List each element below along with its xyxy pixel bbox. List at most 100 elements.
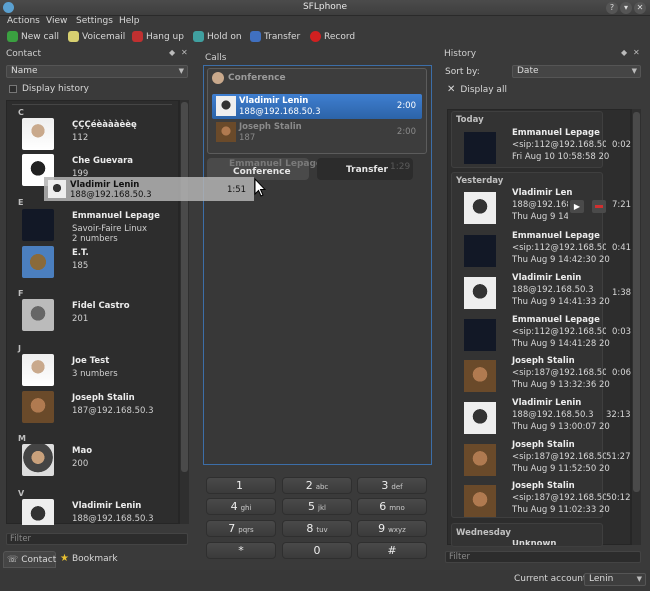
avatar bbox=[22, 391, 54, 423]
contact-panel-title: Contact bbox=[6, 49, 42, 59]
menu-actions[interactable]: Actions bbox=[7, 16, 40, 26]
mouse-cursor-icon bbox=[254, 178, 266, 197]
history-item[interactable]: Joseph Stalin <sip:187@192.168.50.3> Thu… bbox=[464, 440, 634, 480]
toolbar: New call Voicemail Hang up Hold on Trans… bbox=[0, 29, 650, 47]
star-icon: ★ bbox=[60, 553, 69, 564]
contact-scrollbar[interactable] bbox=[179, 100, 189, 524]
history-item[interactable]: Vladimir Lenin 188@192.168.50.3 Thu Aug … bbox=[464, 398, 634, 438]
transfer-icon bbox=[250, 31, 261, 42]
group-letter-e: E bbox=[18, 198, 24, 207]
scroll-thumb[interactable] bbox=[633, 112, 640, 492]
contact-sort-select[interactable]: Name ▼ bbox=[6, 65, 188, 78]
clear-icon: ✕ bbox=[447, 84, 456, 95]
conference-call-row[interactable]: Vladimir Lenin 188@192.168.50.3 2:00 bbox=[212, 94, 422, 119]
history-item[interactable]: Vladimir Lenin 188@192.168.50.3 Thu Aug … bbox=[464, 273, 634, 313]
hold-on-button[interactable]: Hold on bbox=[193, 31, 242, 42]
contact-item[interactable]: Mao 200 bbox=[22, 442, 177, 482]
key-4[interactable]: 4 ghi bbox=[206, 498, 276, 515]
key-7[interactable]: 7 pqrs bbox=[206, 520, 276, 537]
contact-item[interactable]: Fidel Castro 201 bbox=[22, 297, 177, 337]
contact-filter-input[interactable]: Filter bbox=[6, 533, 188, 545]
history-group-label: Wednesday bbox=[456, 528, 511, 538]
calls-panel-title: Calls bbox=[205, 53, 227, 63]
avatar bbox=[464, 319, 496, 351]
display-all-button[interactable]: ✕ Display all bbox=[447, 84, 507, 95]
contact-item[interactable]: Vladimir Lenin 188@192.168.50.3 bbox=[22, 497, 177, 525]
record-button[interactable]: Record bbox=[310, 31, 355, 42]
close-panel-icon[interactable]: ✕ bbox=[181, 48, 188, 57]
chevron-down-icon: ▼ bbox=[178, 67, 184, 75]
delete-button[interactable] bbox=[592, 200, 606, 213]
new-call-button[interactable]: New call bbox=[7, 31, 59, 42]
help-icon[interactable]: ? bbox=[606, 2, 618, 14]
avatar bbox=[22, 246, 54, 278]
group-divider bbox=[12, 104, 172, 105]
history-group-label: Today bbox=[456, 115, 484, 125]
close-icon[interactable]: ✕ bbox=[634, 2, 646, 14]
hang-up-icon bbox=[132, 31, 143, 42]
key-6[interactable]: 6 mno bbox=[357, 498, 427, 515]
phone-book-icon: ☏ bbox=[7, 554, 19, 565]
avatar bbox=[464, 132, 496, 164]
drag-ghost: Vladimir Lenin 188@192.168.50.3 1:51 bbox=[44, 177, 254, 201]
menu-help[interactable]: Help bbox=[119, 16, 140, 26]
contact-item[interactable]: Joe Test 3 numbers bbox=[22, 352, 177, 392]
history-sort-select[interactable]: Date ▼ bbox=[512, 65, 641, 78]
conference-call-row[interactable]: Joseph Stalin 187 2:00 bbox=[212, 120, 422, 145]
minimize-icon[interactable]: ▾ bbox=[620, 2, 632, 14]
play-icon: ▶ bbox=[573, 202, 581, 211]
key-9[interactable]: 9 wxyz bbox=[357, 520, 427, 537]
history-item[interactable]: Emmanuel Lepage <sip:112@192.168.50.3> T… bbox=[464, 231, 634, 271]
history-scrollbar[interactable] bbox=[631, 109, 641, 545]
history-item[interactable]: Vladimir Len 188@192.168 Thu Aug 9 14: 7… bbox=[464, 188, 634, 228]
title-bar: SFLphone ? ▾ ✕ bbox=[0, 0, 650, 16]
key-2[interactable]: 2 abc bbox=[282, 477, 352, 494]
tab-contact[interactable]: ☏ Contact bbox=[3, 551, 56, 568]
float-icon[interactable]: ◆ bbox=[621, 48, 627, 57]
display-history-checkbox[interactable]: Display history bbox=[9, 84, 89, 94]
avatar bbox=[22, 444, 54, 476]
avatar bbox=[464, 235, 496, 267]
key-8[interactable]: 8 tuv bbox=[282, 520, 352, 537]
avatar bbox=[48, 180, 66, 198]
key-star[interactable]: * bbox=[206, 542, 276, 559]
key-5[interactable]: 5 jkl bbox=[282, 498, 352, 515]
close-panel-icon[interactable]: ✕ bbox=[633, 48, 640, 57]
voicemail-button[interactable]: Voicemail bbox=[68, 31, 125, 42]
key-3[interactable]: 3 def bbox=[357, 477, 427, 494]
avatar bbox=[22, 499, 54, 525]
history-item[interactable]: Emmanuel Lepage <sip:112@192.168.50.3> T… bbox=[464, 315, 634, 355]
history-panel-title: History bbox=[444, 49, 477, 59]
float-icon[interactable]: ◆ bbox=[169, 48, 175, 57]
chevron-down-icon: ▼ bbox=[636, 575, 642, 583]
conference-drop-label: Conference bbox=[233, 167, 291, 177]
tab-bookmark[interactable]: ★ Bookmark bbox=[60, 553, 118, 564]
avatar bbox=[22, 118, 54, 150]
avatar bbox=[464, 277, 496, 309]
avatar bbox=[22, 354, 54, 386]
history-item[interactable]: Emmanuel Lepage <sip:112@192.168.50.3> F… bbox=[464, 128, 634, 168]
menu-settings[interactable]: Settings bbox=[76, 16, 113, 26]
contact-item[interactable]: E.T. 185 bbox=[22, 244, 177, 284]
key-hash[interactable]: # bbox=[357, 542, 427, 559]
sort-by-label: Sort by: bbox=[445, 67, 480, 77]
minus-icon bbox=[595, 205, 603, 208]
conference-header: Conference bbox=[212, 72, 286, 84]
hang-up-button[interactable]: Hang up bbox=[132, 31, 184, 42]
history-filter-input[interactable]: Filter bbox=[445, 551, 641, 563]
menu-view[interactable]: View bbox=[46, 16, 67, 26]
avatar bbox=[464, 444, 496, 476]
key-0[interactable]: 0 bbox=[282, 542, 352, 559]
checkbox-icon bbox=[9, 85, 17, 93]
account-select[interactable]: Lenin ▼ bbox=[584, 573, 646, 586]
contact-item[interactable]: ÇÇÇéèàààèèę 112 bbox=[22, 116, 177, 156]
transfer-button[interactable]: Transfer bbox=[250, 31, 300, 42]
pending-call-time: 1:29 bbox=[390, 162, 411, 172]
scroll-thumb[interactable] bbox=[181, 102, 188, 472]
history-item[interactable]: Joseph Stalin <sip:187@192.168.50.3> Thu… bbox=[464, 481, 634, 521]
play-recording-button[interactable]: ▶ bbox=[570, 200, 584, 213]
history-item[interactable]: Joseph Stalin <sip:187@192.168.50.3> Thu… bbox=[464, 356, 634, 396]
conference-icon bbox=[212, 72, 224, 84]
key-1[interactable]: 1 bbox=[206, 477, 276, 494]
contact-item[interactable]: Joseph Stalin 187@192.168.50.3 bbox=[22, 389, 177, 429]
